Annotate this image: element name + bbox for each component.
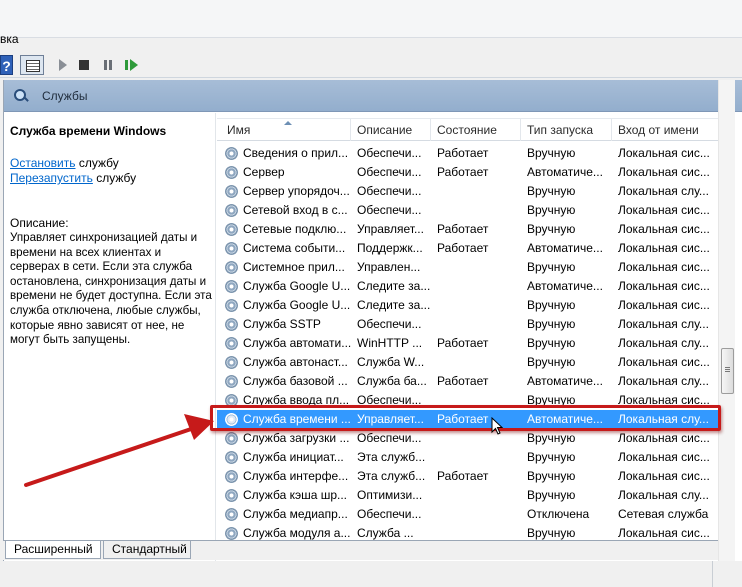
arrow-shaft (24, 425, 199, 487)
tab-extended[interactable]: Расширенный (5, 541, 101, 559)
view-tabs: Расширенный Стандартный (3, 540, 718, 560)
status-bar-segment (712, 561, 742, 587)
tab-standard[interactable]: Стандартный (103, 541, 191, 559)
status-bar (0, 561, 742, 587)
annotation-arrow (24, 414, 214, 487)
mouse-cursor-icon (491, 417, 504, 435)
arrow-head (184, 414, 214, 440)
